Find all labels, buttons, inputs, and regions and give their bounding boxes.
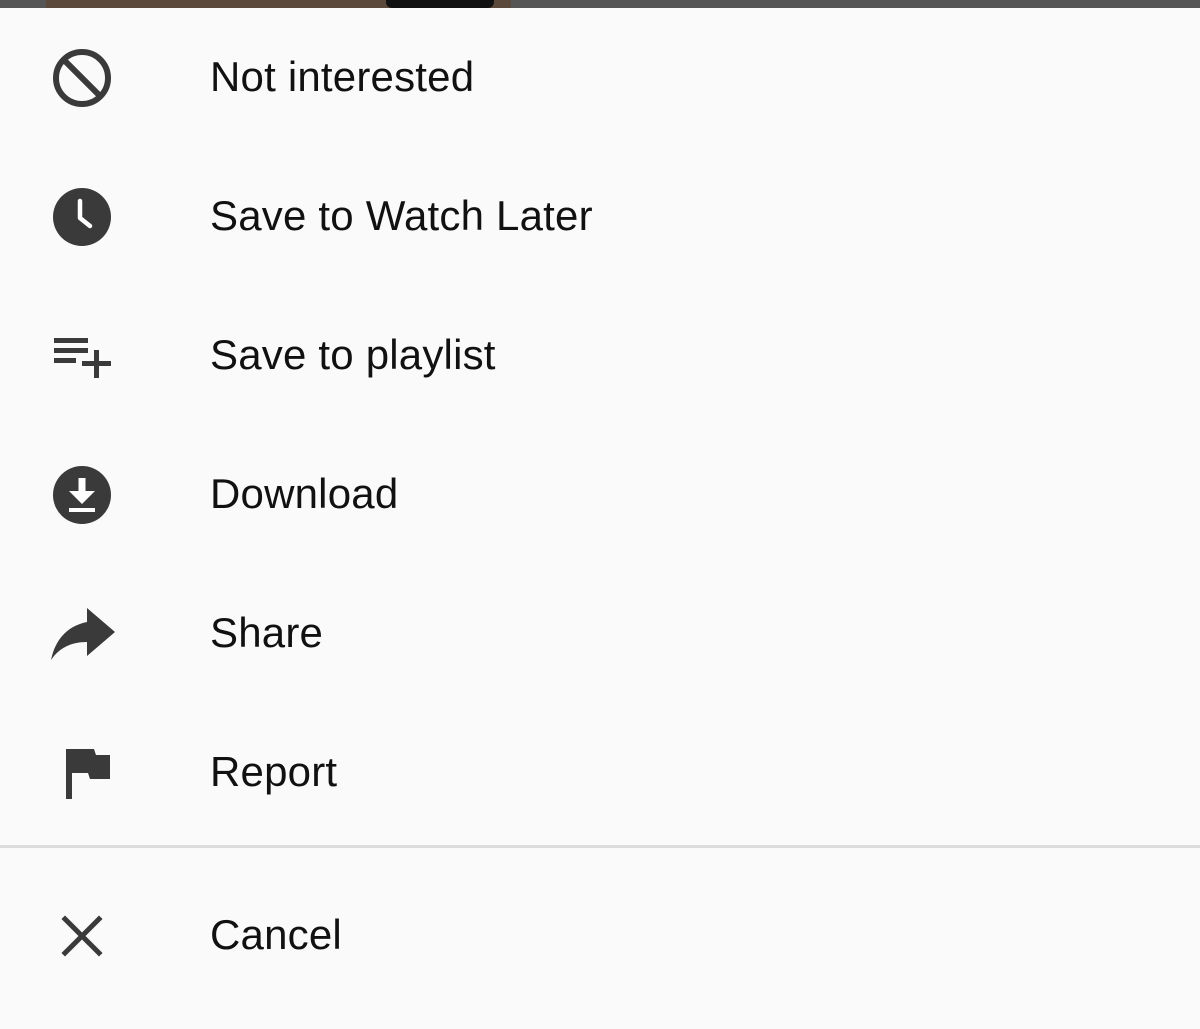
menu-item-download[interactable]: Download — [0, 425, 1200, 564]
video-options-bottom-sheet: Not interested Save to Watch Later Save … — [0, 8, 1200, 1029]
menu-item-share[interactable]: Share — [0, 564, 1200, 703]
menu-item-save-to-playlist[interactable]: Save to playlist — [0, 286, 1200, 425]
download-icon — [44, 457, 120, 533]
menu-divider — [0, 845, 1200, 848]
menu-item-label: Not interested — [210, 52, 475, 100]
block-icon — [44, 40, 120, 116]
menu-item-label: Download — [210, 469, 399, 517]
menu-item-save-to-watch-later[interactable]: Save to Watch Later — [0, 147, 1200, 286]
video-thumbnail-edge — [46, 0, 511, 8]
close-icon — [44, 898, 120, 974]
playlist-add-icon — [44, 318, 120, 394]
duration-badge-edge — [386, 0, 494, 8]
cancel-button[interactable]: Cancel — [0, 866, 1200, 1005]
cancel-label: Cancel — [210, 910, 342, 958]
share-icon — [44, 596, 120, 672]
menu-item-label: Report — [210, 747, 338, 795]
clock-icon — [44, 179, 120, 255]
menu-item-not-interested[interactable]: Not interested — [0, 8, 1200, 147]
menu-item-label: Save to Watch Later — [210, 191, 593, 239]
menu-item-report[interactable]: Report — [0, 703, 1200, 842]
flag-icon — [44, 735, 120, 811]
menu-item-label: Share — [210, 608, 324, 656]
menu-item-label: Save to playlist — [210, 330, 496, 378]
